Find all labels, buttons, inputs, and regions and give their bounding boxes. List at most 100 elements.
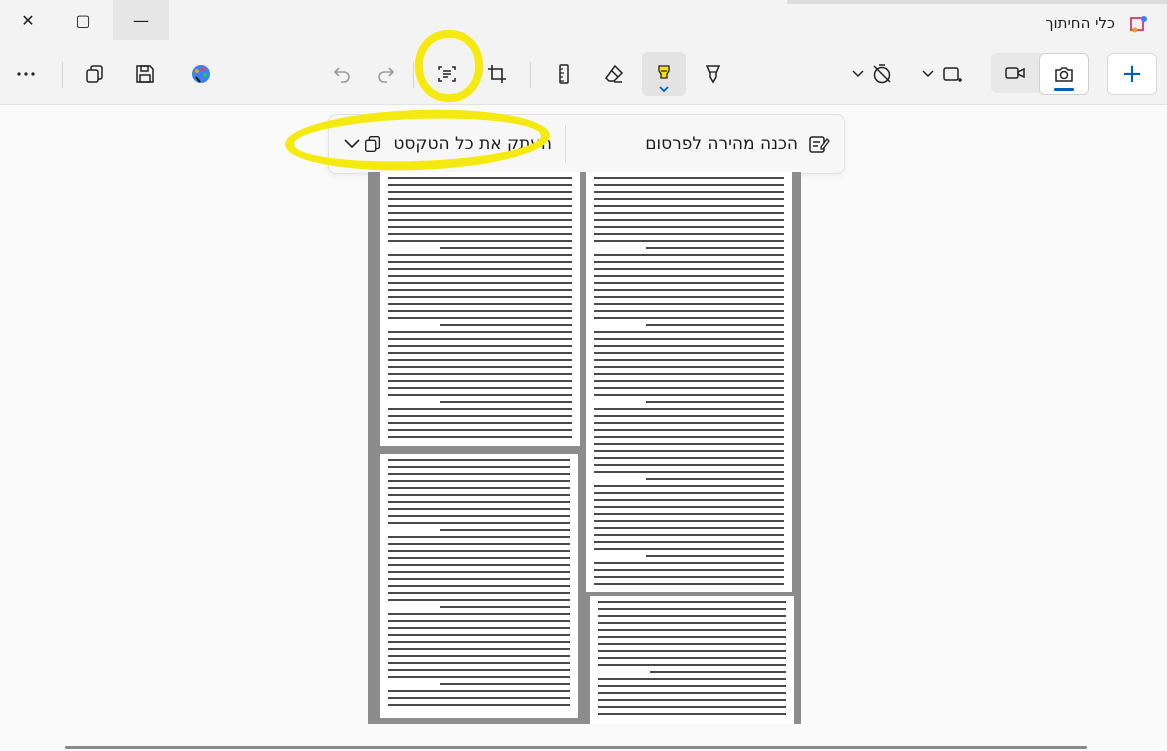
text-line xyxy=(598,650,786,652)
text-line xyxy=(594,457,784,459)
text-line xyxy=(388,177,572,179)
text-line xyxy=(594,450,784,452)
text-line xyxy=(594,226,784,228)
delay-dropdown[interactable] xyxy=(845,54,915,94)
new-snip-button[interactable]: + xyxy=(1107,53,1157,95)
crop-button[interactable] xyxy=(477,54,517,94)
text-line xyxy=(388,226,572,228)
text-line xyxy=(388,641,570,643)
camera-icon xyxy=(1055,67,1073,82)
text-line xyxy=(388,408,572,410)
text-line xyxy=(440,324,572,326)
screenshot-mode-button[interactable] xyxy=(1039,53,1089,95)
text-line xyxy=(388,704,570,706)
text-line xyxy=(388,487,570,489)
text-line xyxy=(388,676,570,678)
quick-redact-button[interactable]: הכנה מהירה לפרסום xyxy=(645,125,830,163)
snip-mode-dropdown[interactable] xyxy=(917,54,987,94)
highlighter-button[interactable] xyxy=(642,52,686,96)
horizontal-scrollbar[interactable] xyxy=(65,746,1087,749)
close-button[interactable]: ✕ xyxy=(0,0,56,40)
text-line xyxy=(594,240,784,242)
text-line xyxy=(388,303,572,305)
text-line xyxy=(598,608,786,610)
chevron-down-icon xyxy=(922,70,934,78)
text-line xyxy=(388,459,570,461)
text-line xyxy=(388,473,570,475)
more-options-button[interactable] xyxy=(6,54,46,94)
screenshot-image xyxy=(368,172,801,724)
ballpoint-pen-button[interactable] xyxy=(693,54,733,94)
text-line xyxy=(388,394,572,396)
video-mode-button[interactable] xyxy=(991,53,1039,93)
text-line xyxy=(594,261,784,263)
undo-button[interactable] xyxy=(322,54,362,94)
copy-button[interactable] xyxy=(75,54,115,94)
text-line xyxy=(594,394,784,396)
text-line xyxy=(388,550,570,552)
text-line xyxy=(388,380,572,382)
text-line xyxy=(440,401,572,403)
text-line xyxy=(646,247,784,249)
text-line xyxy=(388,387,572,389)
text-line xyxy=(388,261,572,263)
text-line xyxy=(388,359,572,361)
text-line xyxy=(594,296,784,298)
text-line xyxy=(646,324,784,326)
text-actions-separator xyxy=(565,125,566,163)
text-line xyxy=(594,443,784,445)
copy-icon xyxy=(86,65,103,83)
text-line xyxy=(388,198,572,200)
text-line xyxy=(594,492,784,494)
ruler-button[interactable] xyxy=(544,54,584,94)
open-with-paint-button[interactable] xyxy=(181,54,221,94)
quick-redact-label: הכנה מהירה לפרסום xyxy=(645,134,798,154)
eraser-icon xyxy=(605,64,624,83)
maximize-button[interactable]: ▢ xyxy=(55,0,111,40)
text-line xyxy=(594,177,784,179)
text-line xyxy=(388,536,570,538)
paint-icon xyxy=(192,65,210,83)
text-line xyxy=(594,415,784,417)
text-line xyxy=(388,317,572,319)
text-line xyxy=(594,527,784,529)
text-line xyxy=(594,268,784,270)
text-line xyxy=(594,345,784,347)
text-line xyxy=(594,387,784,389)
snipping-tool-icon xyxy=(1130,16,1147,33)
text-line xyxy=(594,583,784,585)
chevron-down-icon xyxy=(852,70,864,78)
text-line xyxy=(388,480,570,482)
text-line xyxy=(388,331,572,333)
text-line xyxy=(440,529,570,531)
text-line xyxy=(388,557,570,559)
text-line xyxy=(598,685,786,687)
text-line xyxy=(594,275,784,277)
text-line xyxy=(594,408,784,410)
text-line xyxy=(594,576,784,578)
text-line xyxy=(594,184,784,186)
capture-mode-switch xyxy=(991,53,1089,95)
eraser-button[interactable] xyxy=(594,54,634,94)
text-line xyxy=(388,289,572,291)
save-button[interactable] xyxy=(125,54,165,94)
text-line xyxy=(388,564,570,566)
save-icon xyxy=(136,65,154,83)
chevron-down-icon xyxy=(659,86,669,93)
text-line xyxy=(388,422,572,424)
text-line xyxy=(388,240,572,242)
text-line xyxy=(388,648,570,650)
app-title: כלי החיתוך xyxy=(1045,14,1115,32)
text-line xyxy=(440,606,570,608)
text-line xyxy=(388,282,572,284)
text-line xyxy=(440,683,570,685)
text-line xyxy=(598,706,786,708)
text-line xyxy=(594,506,784,508)
text-line xyxy=(594,282,784,284)
redo-button[interactable] xyxy=(366,54,406,94)
text-line xyxy=(594,317,784,319)
text-line xyxy=(388,296,572,298)
redact-icon xyxy=(809,136,830,153)
minimize-button[interactable]: — xyxy=(113,0,169,40)
more-icon xyxy=(17,72,35,76)
